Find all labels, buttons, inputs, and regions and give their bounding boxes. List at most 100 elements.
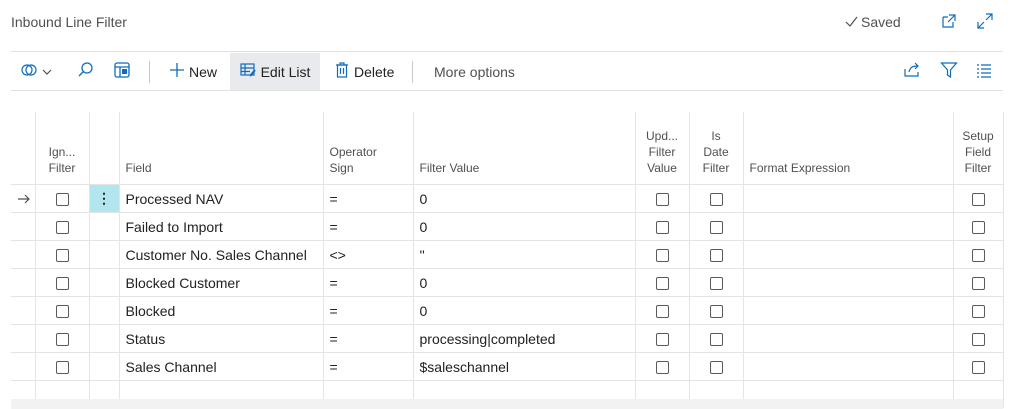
arrow-right-icon — [17, 191, 31, 207]
is-date-filter-checkbox[interactable] — [709, 277, 723, 291]
ignore-filter-checkbox[interactable] — [55, 249, 69, 263]
ignore-filter-checkbox[interactable] — [55, 305, 69, 319]
row-actions-button[interactable]: ⋮ — [89, 184, 120, 213]
ignore-filter-checkbox[interactable] — [55, 277, 69, 291]
update-filter-value-checkbox[interactable] — [655, 305, 669, 319]
table-row[interactable]: Status = processing|completed — [11, 324, 1004, 353]
operator-cell[interactable]: = — [323, 296, 414, 325]
table-row[interactable]: Sales Channel = $saleschannel — [11, 352, 1004, 381]
table-row[interactable]: Failed to Import = 0 — [11, 212, 1004, 241]
table-row[interactable]: Blocked Customer = 0 — [11, 268, 1004, 297]
operator-cell[interactable]: = — [323, 212, 414, 241]
header-setup-field-filter[interactable]: Setup Field Filter — [953, 112, 1004, 185]
list-layout-button[interactable] — [976, 53, 996, 90]
is-date-filter-checkbox[interactable] — [709, 221, 723, 235]
format-expression-cell[interactable] — [743, 268, 954, 297]
new-button[interactable]: New — [163, 53, 223, 90]
row-actions-cell[interactable] — [89, 296, 120, 325]
table-row[interactable]: Blocked = 0 — [11, 296, 1004, 325]
field-cell[interactable]: Failed to Import — [119, 212, 324, 241]
filter-icon — [940, 61, 958, 82]
is-date-filter-checkbox[interactable] — [709, 249, 723, 263]
setup-field-filter-checkbox[interactable] — [971, 221, 985, 235]
filter-button[interactable] — [940, 53, 960, 90]
header-field[interactable]: Field — [119, 112, 324, 185]
format-expression-cell[interactable] — [743, 352, 954, 381]
saved-label: Saved — [861, 14, 901, 30]
ignore-filter-checkbox[interactable] — [55, 361, 69, 375]
field-cell[interactable]: Sales Channel — [119, 352, 324, 381]
delete-button[interactable]: Delete — [331, 53, 398, 90]
field-cell[interactable]: Blocked — [119, 296, 324, 325]
is-date-filter-checkbox[interactable] — [709, 193, 723, 207]
open-new-window-icon[interactable] — [940, 12, 958, 30]
ignore-filter-checkbox[interactable] — [55, 221, 69, 235]
operator-cell[interactable]: = — [323, 324, 414, 353]
header-format-expression[interactable]: Format Expression — [743, 112, 954, 185]
operator-cell[interactable]: = — [323, 184, 414, 213]
ignore-filter-checkbox[interactable] — [55, 333, 69, 347]
operator-cell[interactable]: = — [323, 268, 414, 297]
setup-field-filter-checkbox[interactable] — [971, 249, 985, 263]
row-actions-cell[interactable] — [89, 324, 120, 353]
setup-field-filter-checkbox[interactable] — [971, 277, 985, 291]
row-actions-cell[interactable] — [89, 268, 120, 297]
update-filter-value-checkbox[interactable] — [655, 361, 669, 375]
search-button[interactable] — [77, 53, 97, 90]
header-filter-value[interactable]: Filter Value — [413, 112, 636, 185]
setup-field-filter-checkbox[interactable] — [971, 333, 985, 347]
filter-value-cell[interactable]: 0 — [413, 184, 636, 213]
field-cell[interactable]: Customer No. Sales Channel — [119, 240, 324, 269]
update-filter-value-checkbox[interactable] — [655, 193, 669, 207]
row-actions-cell[interactable] — [89, 240, 120, 269]
ignore-filter-checkbox[interactable] — [55, 193, 69, 207]
update-filter-value-checkbox[interactable] — [655, 221, 669, 235]
setup-field-filter-cell — [953, 184, 1004, 213]
is-date-filter-cell — [689, 324, 744, 353]
filter-value-cell[interactable]: '' — [413, 240, 636, 269]
filter-lines-table: Ign... Filter Field Operator Sign Filter… — [11, 112, 1004, 408]
field-cell[interactable]: Blocked Customer — [119, 268, 324, 297]
field-cell[interactable]: Processed NAV — [119, 184, 324, 213]
ignore-filter-cell — [35, 352, 90, 381]
format-expression-cell[interactable] — [743, 324, 954, 353]
filter-value-cell[interactable]: 0 — [413, 268, 636, 297]
operator-cell[interactable]: = — [323, 352, 414, 381]
table-row[interactable]: Customer No. Sales Channel <> '' — [11, 240, 1004, 269]
views-button[interactable] — [21, 53, 61, 90]
header-update-filter-value[interactable]: Upd... Filter Value — [635, 112, 690, 185]
setup-field-filter-checkbox[interactable] — [971, 361, 985, 375]
row-actions-cell[interactable] — [89, 212, 120, 241]
update-filter-value-checkbox[interactable] — [655, 333, 669, 347]
more-options-button[interactable]: More options — [434, 53, 515, 90]
is-date-filter-checkbox[interactable] — [709, 333, 723, 347]
table-view-button[interactable] — [113, 53, 133, 90]
row-actions-cell[interactable] — [89, 352, 120, 381]
header-operator-sign[interactable]: Operator Sign — [323, 112, 414, 185]
filter-value-cell[interactable]: processing|completed — [413, 324, 636, 353]
is-date-filter-checkbox[interactable] — [709, 305, 723, 319]
header-is-date-filter[interactable]: Is Date Filter — [689, 112, 744, 185]
edit-list-button[interactable]: Edit List — [230, 53, 320, 90]
update-filter-value-checkbox[interactable] — [655, 277, 669, 291]
update-filter-value-checkbox[interactable] — [655, 249, 669, 263]
table-row[interactable]: ⋮ Processed NAV = 0 — [11, 184, 1004, 213]
format-expression-cell[interactable] — [743, 296, 954, 325]
views-icon — [21, 62, 41, 81]
list-layout-icon — [976, 62, 992, 81]
expand-icon[interactable] — [976, 12, 994, 30]
filter-value-cell[interactable]: 0 — [413, 212, 636, 241]
share-button[interactable] — [903, 53, 923, 90]
field-cell[interactable]: Status — [119, 324, 324, 353]
setup-field-filter-checkbox[interactable] — [971, 193, 985, 207]
filter-value-cell[interactable]: 0 — [413, 296, 636, 325]
setup-field-filter-checkbox[interactable] — [971, 305, 985, 319]
filter-value-cell[interactable]: $saleschannel — [413, 352, 636, 381]
header-ignore-filter[interactable]: Ign... Filter — [35, 112, 90, 185]
horizontal-scrollbar[interactable] — [11, 399, 1003, 409]
format-expression-cell[interactable] — [743, 184, 954, 213]
format-expression-cell[interactable] — [743, 240, 954, 269]
format-expression-cell[interactable] — [743, 212, 954, 241]
operator-cell[interactable]: <> — [323, 240, 414, 269]
is-date-filter-checkbox[interactable] — [709, 361, 723, 375]
